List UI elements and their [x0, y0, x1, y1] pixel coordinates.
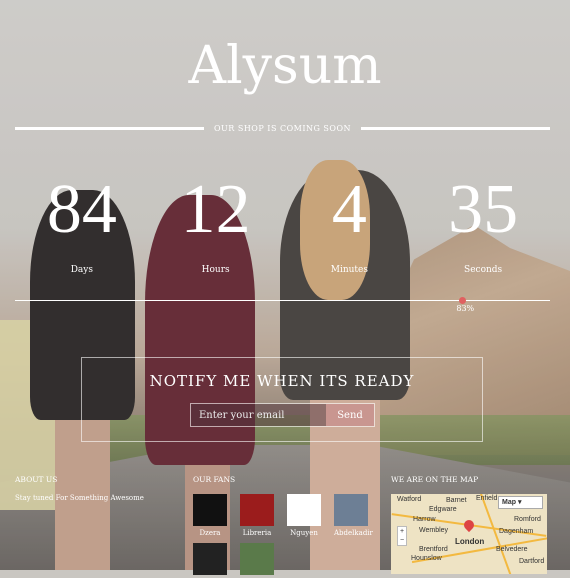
countdown-hours: 12 Hours [149, 170, 283, 275]
map-label: Romford [514, 516, 541, 523]
countdown-value: 12 [180, 171, 251, 248]
countdown: 84 Days 12 Hours 4 Minutes 35 Seconds [15, 170, 550, 275]
countdown-minutes: 4 Minutes [283, 170, 417, 275]
fan-item[interactable]: Nguyen [287, 494, 321, 537]
map-title: WE ARE ON THE MAP [391, 475, 479, 484]
fan-avatar[interactable] [193, 543, 227, 575]
fan-name: Nguyen [290, 529, 318, 537]
map-type-label: Map [502, 499, 516, 506]
map-label: Harrow [413, 516, 436, 523]
countdown-days: 84 Days [15, 170, 149, 275]
divider [361, 127, 550, 130]
countdown-label: Days [70, 265, 94, 275]
divider [15, 127, 204, 130]
fan-item[interactable] [240, 543, 274, 578]
fan-avatar[interactable] [193, 494, 227, 526]
notify-heading: NOTIFY ME WHEN ITS READY [149, 372, 415, 390]
progress-bar: 83% [15, 297, 550, 313]
about-section: ABOUT US Stay tuned For Something Awesom… [15, 475, 144, 502]
progress-marker [459, 297, 467, 304]
fan-item[interactable]: Abdelkadir [334, 494, 373, 537]
fan-item[interactable] [193, 543, 227, 578]
map-label: Wembley [419, 527, 449, 534]
countdown-value: 84 [46, 171, 117, 248]
map-label: Edgware [429, 506, 457, 513]
map-label: Belvedere [496, 546, 528, 553]
map-label: Enfield [476, 495, 498, 502]
fan-avatar[interactable] [240, 543, 274, 575]
about-title: ABOUT US [15, 475, 58, 484]
map-label: Watford [397, 496, 422, 503]
fan-avatar[interactable] [334, 494, 368, 526]
notify-box: NOTIFY ME WHEN ITS READY Send [81, 357, 483, 442]
email-input[interactable] [191, 404, 326, 426]
countdown-label: Seconds [464, 265, 503, 275]
fan-name: Libreria [242, 529, 272, 537]
map-label: Barnet [446, 497, 467, 504]
countdown-value: 35 [448, 171, 519, 248]
map-widget[interactable]: Watford Barnet Enfield Edgware Harrow We… [391, 494, 547, 574]
map-type-select[interactable]: Map ▾ [498, 496, 543, 509]
site-title: Alysum [188, 36, 382, 96]
send-button[interactable]: Send [326, 404, 374, 426]
about-text: Stay tuned For Something Awesome [15, 494, 144, 502]
zoom-controls[interactable]: + − [397, 526, 407, 546]
fan-item[interactable]: Dzera [193, 494, 227, 537]
map-label: Brentford [419, 546, 448, 553]
fan-avatar[interactable] [287, 494, 321, 526]
countdown-label: Hours [201, 265, 230, 275]
subscribe-form: Send [190, 403, 375, 427]
fan-avatar[interactable] [240, 494, 274, 526]
countdown-value: 4 [331, 171, 367, 248]
fans-section: OUR FANS Dzera Libreria Nguyen Abdelkadir [193, 475, 373, 578]
map-label: Dartford [519, 558, 545, 565]
fan-item[interactable]: Libreria [240, 494, 274, 537]
fan-name: Dzera [199, 529, 221, 537]
fans-title: OUR FANS [193, 475, 236, 484]
map-label: Dagenham [499, 528, 534, 535]
map-label: London [455, 537, 485, 546]
progress-label: 83% [456, 304, 475, 313]
map-label: Hounslow [411, 555, 442, 562]
fan-name: Abdelkadir [334, 529, 373, 537]
subtitle-row: OUR SHOP IS COMING SOON [15, 124, 550, 133]
map-pin-icon[interactable] [461, 517, 477, 533]
countdown-seconds: 35 Seconds [416, 170, 550, 275]
countdown-label: Minutes [330, 265, 368, 275]
map-section: WE ARE ON THE MAP Watford Barnet Enfield… [391, 475, 547, 574]
subtitle: OUR SHOP IS COMING SOON [213, 124, 352, 133]
